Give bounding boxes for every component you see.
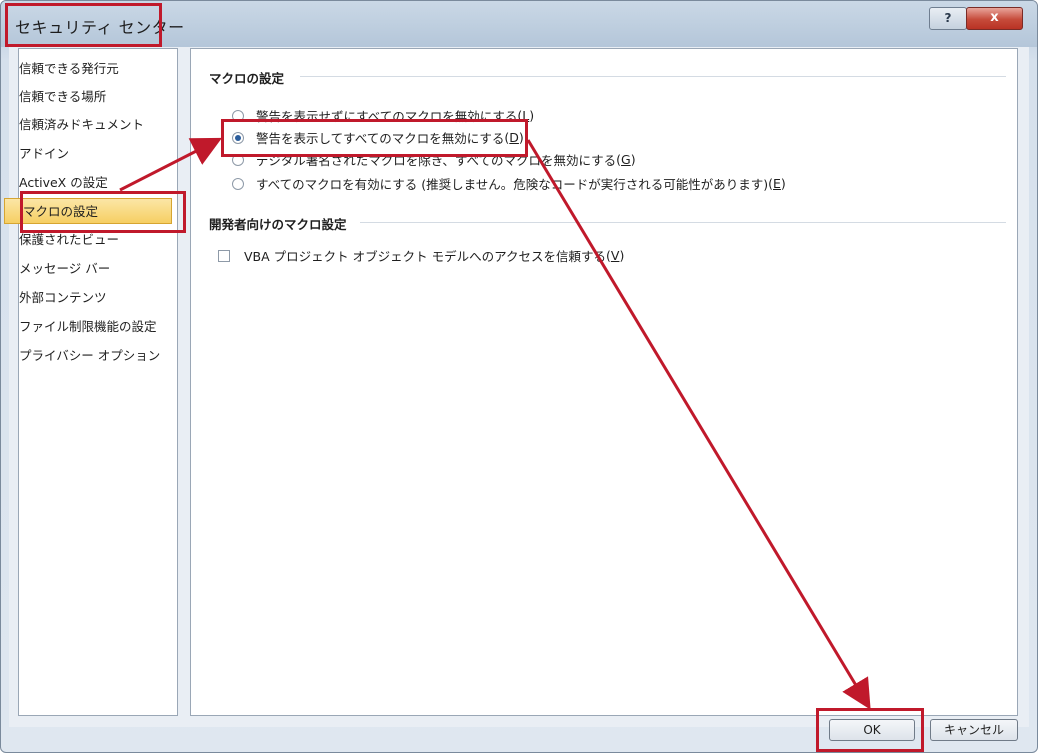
annotation-arrows [119, 137, 871, 710]
arrow-to-ok [526, 139, 871, 710]
arrow-to-option [119, 137, 223, 192]
